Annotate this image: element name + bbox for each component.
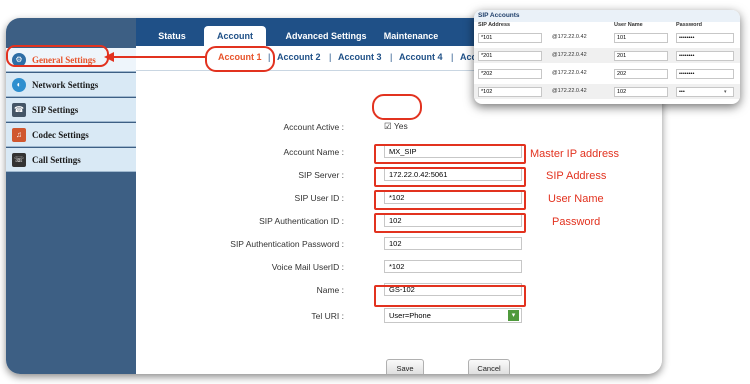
sip-auth-id-label: SIP Authentication ID : — [259, 216, 344, 226]
user-name-field[interactable]: 102 — [614, 87, 668, 97]
sip-domain: @172.22.0.42 — [552, 52, 587, 58]
subtab-account-3[interactable]: Account 3 — [338, 52, 382, 62]
subtab-separator: | — [390, 52, 393, 62]
sip-address-field[interactable]: *201 — [478, 51, 542, 61]
user-name-field[interactable]: 202 — [614, 69, 668, 79]
sidebar-item-label: Call Settings — [32, 154, 81, 165]
general-settings-highlight — [6, 45, 109, 67]
tab-maintenance[interactable]: Maintenance — [376, 26, 446, 46]
sip-address-field[interactable]: *102 — [478, 87, 542, 97]
sip-address-field[interactable]: *101 — [478, 33, 542, 43]
table-row: *101 @172.22.0.42 101 •••••••• — [474, 30, 740, 45]
subtab-account-4[interactable]: Account 4 — [399, 52, 443, 62]
tel-uri-value: User=Phone — [389, 311, 431, 320]
chevron-down-icon[interactable]: ▾ — [724, 89, 727, 95]
sidebar-item-codec-settings[interactable]: ♫ Codec Settings — [6, 123, 136, 147]
sip-user-id-highlight — [374, 167, 526, 187]
user-name-field[interactable]: 201 — [614, 51, 668, 61]
account-1-highlight — [205, 46, 275, 72]
account-active-checkbox[interactable]: ☑ Yes — [384, 121, 408, 132]
call-phone-icon: ☏ — [12, 152, 26, 167]
password-field[interactable]: •••••••• — [676, 33, 734, 43]
sip-phone-icon: ☎ — [12, 102, 26, 117]
sip-auth-id-highlight — [374, 190, 526, 210]
sip-auth-password-label: SIP Authentication Password : — [230, 239, 344, 249]
sidebar-item-sip-settings[interactable]: ☎ SIP Settings — [6, 98, 136, 122]
table-row: *102 @172.22.0.42 102 ••• ▾ — [474, 84, 740, 99]
password-note: Password — [552, 216, 601, 228]
tab-account[interactable]: Account — [204, 26, 266, 46]
sip-server-highlight — [374, 144, 526, 164]
account-active-label: Account Active : — [283, 122, 344, 132]
sip-address-field[interactable]: *202 — [478, 69, 542, 79]
sip-address-note: SIP Address — [546, 170, 607, 182]
header-password: Password — [676, 22, 702, 28]
header-user-name: User Name — [614, 22, 643, 28]
voice-mail-field[interactable]: *102 — [384, 260, 522, 273]
sip-domain: @172.22.0.42 — [552, 34, 587, 40]
popup-title: SIP Accounts — [474, 10, 740, 22]
sip-domain: @172.22.0.42 — [552, 88, 587, 94]
tel-uri-select[interactable]: User=Phone ▾ — [384, 308, 522, 323]
cancel-button[interactable]: Cancel — [468, 359, 510, 374]
chevron-down-icon[interactable]: ▾ — [508, 310, 519, 321]
password-field[interactable]: •••••••• — [676, 69, 734, 79]
subtab-separator: | — [451, 52, 454, 62]
master-ip-note: Master IP address — [530, 148, 620, 160]
table-row: *201 @172.22.0.42 201 •••••••• — [474, 48, 740, 63]
sidebar-item-label: Network Settings — [32, 79, 99, 90]
sidebar-item-network-settings[interactable]: ◐ Network Settings — [6, 73, 136, 97]
sidebar: ⚙ General Settings ◐ Network Settings ☎ … — [6, 18, 136, 374]
account-active-value: Yes — [393, 121, 408, 131]
account-name-label: Account Name : — [283, 147, 344, 157]
sip-domain: @172.22.0.42 — [552, 70, 587, 76]
tab-status[interactable]: Status — [150, 26, 194, 46]
tel-uri-highlight — [374, 285, 526, 307]
sip-auth-password-field[interactable]: 102 — [384, 237, 522, 250]
name-label: Name : — [316, 285, 344, 295]
sip-server-label: SIP Server : — [298, 170, 344, 180]
save-button[interactable]: Save — [386, 359, 424, 374]
codec-icon: ♫ — [12, 127, 26, 142]
table-row: *202 @172.22.0.42 202 •••••••• — [474, 66, 740, 81]
sidebar-item-label: SIP Settings — [32, 104, 79, 115]
tab-advanced-settings[interactable]: Advanced Settings — [280, 26, 372, 46]
user-name-note: User Name — [548, 193, 604, 205]
subtab-account-2[interactable]: Account 2 — [277, 52, 321, 62]
user-name-field[interactable]: 101 — [614, 33, 668, 43]
header-sip-address: SIP Address — [478, 22, 511, 28]
sip-user-id-label: SIP User ID : — [294, 193, 344, 203]
subtab-separator: | — [329, 52, 332, 62]
account-active-highlight — [372, 94, 422, 120]
tel-uri-label: Tel URI : — [311, 311, 344, 321]
voice-mail-label: Voice Mail UserID : — [271, 262, 344, 272]
sidebar-item-call-settings[interactable]: ☏ Call Settings — [6, 148, 136, 172]
sip-auth-password-highlight — [374, 213, 526, 233]
network-icon: ◐ — [12, 77, 26, 92]
sip-accounts-popup: SIP Accounts SIP Address User Name Passw… — [474, 10, 740, 104]
password-field[interactable]: •••••••• — [676, 51, 734, 61]
sidebar-item-label: Codec Settings — [32, 129, 89, 140]
